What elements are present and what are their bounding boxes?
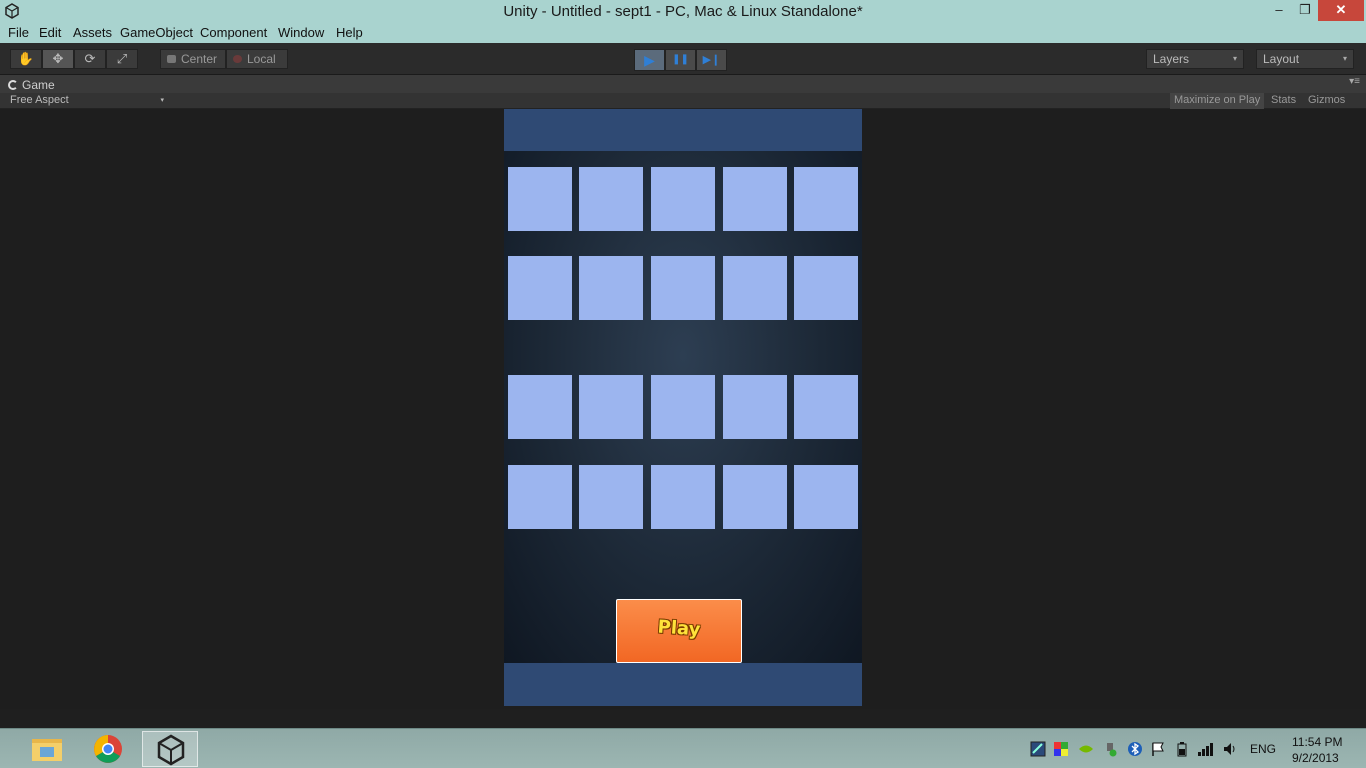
- menu-component[interactable]: Component: [200, 25, 267, 40]
- memory-tile[interactable]: [723, 167, 787, 231]
- rotate-tool-icon[interactable]: ⟳: [74, 49, 106, 69]
- title-bar: Unity - Untitled - sept1 - PC, Mac & Lin…: [0, 0, 1366, 23]
- game-tab-bar: Game ▾≡: [0, 75, 1366, 93]
- clock-date[interactable]: 9/2/2013: [1292, 751, 1339, 765]
- pivot-center-label: Center: [181, 52, 218, 66]
- pivot-local-label: Local: [247, 52, 276, 66]
- file-explorer-icon[interactable]: [18, 731, 74, 767]
- memory-tile[interactable]: [579, 256, 643, 320]
- game-options-bar: Free Aspect ▾ Maximize on Play Stats Giz…: [0, 93, 1366, 109]
- layout-label: Layout: [1263, 52, 1300, 66]
- game-screen: Play: [504, 109, 862, 706]
- step-button[interactable]: ▶❙: [696, 49, 727, 71]
- bluetooth-icon[interactable]: [1127, 741, 1143, 760]
- tab-game[interactable]: Game: [4, 77, 61, 93]
- memory-tile[interactable]: [794, 375, 858, 439]
- memory-tile[interactable]: [794, 167, 858, 231]
- tray-colorful-icon[interactable]: [1053, 741, 1069, 760]
- menu-window[interactable]: Window: [278, 25, 324, 40]
- stats-toggle[interactable]: Stats: [1267, 93, 1300, 109]
- clock-time[interactable]: 11:54 PM: [1292, 735, 1342, 749]
- pause-button[interactable]: ❚❚: [665, 49, 696, 71]
- minimize-button[interactable]: –: [1266, 0, 1292, 21]
- memory-tile[interactable]: [651, 375, 715, 439]
- memory-tile[interactable]: [651, 465, 715, 529]
- scale-tool-icon[interactable]: ⤢: [106, 49, 138, 69]
- chevron-down-icon: ▾: [1232, 54, 1237, 63]
- game-view: Play: [0, 109, 1366, 709]
- memory-tile[interactable]: [651, 167, 715, 231]
- memory-tile[interactable]: [794, 256, 858, 320]
- restore-button[interactable]: ❐: [1292, 0, 1318, 21]
- hand-tool-icon[interactable]: ✋: [10, 49, 42, 69]
- pivot-local-button[interactable]: Local: [226, 49, 288, 69]
- layers-label: Layers: [1153, 52, 1190, 66]
- menu-edit[interactable]: Edit: [39, 25, 61, 40]
- tab-game-label: Game: [22, 78, 55, 92]
- menu-help[interactable]: Help: [336, 25, 363, 40]
- toolbar: ✋ ✥ ⟳ ⤢ Center Local ▶ ❚❚ ▶❙ Layers ▾ La…: [0, 43, 1366, 75]
- pivot-center-icon: [167, 55, 176, 63]
- volume-icon[interactable]: [1222, 741, 1238, 760]
- tray-app-icon[interactable]: [1030, 741, 1046, 760]
- memory-tile[interactable]: [794, 465, 858, 529]
- memory-tile[interactable]: [508, 167, 572, 231]
- memory-tile[interactable]: [723, 375, 787, 439]
- close-button[interactable]: ✕: [1318, 0, 1364, 21]
- memory-tile[interactable]: [508, 256, 572, 320]
- memory-tile[interactable]: [651, 256, 715, 320]
- menu-bar: File Edit Assets GameObject Component Wi…: [0, 23, 1366, 43]
- chevron-down-icon: ▾: [1342, 54, 1347, 63]
- battery-icon[interactable]: [1174, 741, 1190, 760]
- memory-tile[interactable]: [579, 167, 643, 231]
- aspect-label: Free Aspect: [10, 94, 69, 106]
- menu-assets[interactable]: Assets: [73, 25, 112, 40]
- play-button[interactable]: ▶: [634, 49, 665, 71]
- memory-tile[interactable]: [508, 465, 572, 529]
- window-title: Unity - Untitled - sept1 - PC, Mac & Lin…: [503, 3, 863, 20]
- move-tool-icon[interactable]: ✥: [42, 49, 74, 69]
- unity-taskbar-icon[interactable]: [142, 731, 198, 767]
- pivot-center-button[interactable]: Center: [160, 49, 226, 69]
- memory-tile[interactable]: [723, 465, 787, 529]
- memory-tile[interactable]: [579, 465, 643, 529]
- nvidia-icon[interactable]: [1078, 741, 1094, 760]
- game-play-label: Play: [656, 616, 702, 641]
- gizmos-dropdown[interactable]: Gizmos: [1304, 93, 1349, 109]
- menu-file[interactable]: File: [8, 25, 29, 40]
- game-background: Play: [504, 151, 862, 663]
- memory-tile[interactable]: [579, 375, 643, 439]
- memory-tile[interactable]: [508, 375, 572, 439]
- pivot-local-icon: [233, 55, 242, 63]
- chevron-down-icon: ▾: [160, 97, 164, 104]
- menu-gameobject[interactable]: GameObject: [120, 25, 193, 40]
- taskbar: ENG 11:54 PM 9/2/2013: [0, 728, 1366, 768]
- usb-safely-remove-icon[interactable]: [1102, 741, 1118, 760]
- layers-dropdown[interactable]: Layers ▾: [1146, 49, 1244, 69]
- game-play-button[interactable]: Play: [616, 599, 742, 663]
- chrome-icon[interactable]: [80, 731, 136, 767]
- memory-tile[interactable]: [723, 256, 787, 320]
- input-language-indicator[interactable]: ENG: [1250, 742, 1276, 756]
- panel-menu-icon[interactable]: ▾≡: [1349, 76, 1360, 87]
- maximize-on-play-toggle[interactable]: Maximize on Play: [1170, 93, 1265, 109]
- layout-dropdown[interactable]: Layout ▾: [1256, 49, 1354, 69]
- aspect-dropdown[interactable]: Free Aspect ▾: [4, 93, 166, 109]
- action-center-flag-icon[interactable]: [1150, 741, 1166, 760]
- game-tab-icon: [8, 80, 18, 90]
- wifi-signal-icon[interactable]: [1197, 741, 1215, 760]
